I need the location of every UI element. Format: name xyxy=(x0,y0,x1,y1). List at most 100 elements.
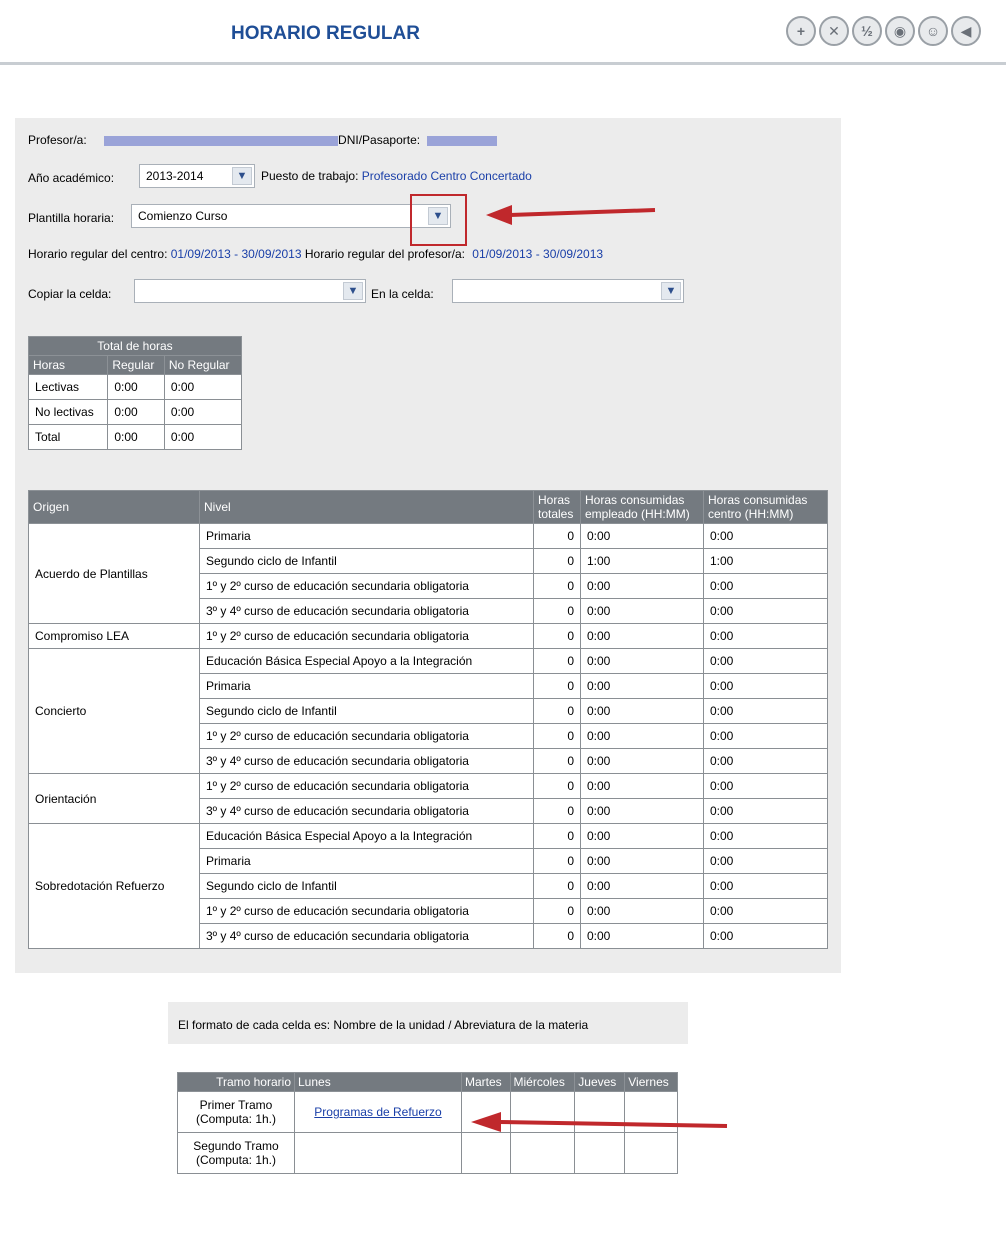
back-arrow-icon[interactable]: ◀ xyxy=(951,16,981,46)
plantilla-label: Plantilla horaria: xyxy=(28,211,115,225)
table-cell: 0:00 xyxy=(107,374,165,400)
table-row: Total 0:00 0:00 xyxy=(27,424,243,450)
table-cell: 0 xyxy=(533,898,581,924)
table-cell: 0 xyxy=(533,648,581,674)
centro-label: Horario regular del centro: xyxy=(28,247,168,261)
table-cell: 0 xyxy=(533,823,581,849)
table-cell: 0:00 xyxy=(703,823,828,849)
table-cell: 0 xyxy=(533,573,581,599)
table-cell: 0:00 xyxy=(703,523,828,549)
table-cell: 0 xyxy=(533,698,581,724)
copiar-select[interactable]: ▼ xyxy=(134,279,366,303)
table-cell: 0 xyxy=(533,598,581,624)
table-cell: 0:00 xyxy=(703,773,828,799)
annotation-arrow-1 xyxy=(486,205,656,225)
format-note-box: El formato de cada celda es: Nombre de l… xyxy=(168,1002,688,1044)
format-note: El formato de cada celda es: Nombre de l… xyxy=(178,1018,589,1032)
anio-value: 2013-2014 xyxy=(146,169,204,183)
tramo-computa: (Computa: 1h.) xyxy=(195,1112,277,1126)
table-cell: 0:00 xyxy=(703,648,828,674)
table-header: Lunes xyxy=(294,1072,462,1092)
plantilla-select[interactable]: Comienzo Curso ▼ xyxy=(131,204,451,228)
table-cell: 0:00 xyxy=(703,798,828,824)
lunes-cell[interactable] xyxy=(294,1132,462,1174)
origen-table: Origen Nivel Horas totales Horas consumi… xyxy=(28,490,828,949)
table-header: Horas totales xyxy=(533,490,581,524)
toolbar: + ✕ ½ ◉ ☺ ◀ xyxy=(786,16,981,46)
page-title: HORARIO REGULAR xyxy=(231,23,420,44)
table-cell: 1º y 2º curso de educación secundaria ob… xyxy=(199,723,534,749)
table-cell: 0 xyxy=(533,873,581,899)
highlight-box xyxy=(410,194,467,246)
table-row: Orientación 1º y 2º curso de educación se… xyxy=(28,773,828,824)
calendar-half-icon[interactable]: ½ xyxy=(852,16,882,46)
table-cell: 0:00 xyxy=(163,399,243,425)
horario-row: Horario regular del centro: 01/09/2013 -… xyxy=(28,247,603,261)
table-cell: 3º y 4º curso de educación secundaria ob… xyxy=(199,798,534,824)
table-cell: Primaria xyxy=(199,848,534,874)
plantilla-value: Comienzo Curso xyxy=(138,209,228,223)
document-add-icon[interactable]: + xyxy=(786,16,816,46)
table-cell: 0:00 xyxy=(703,623,828,649)
calendar-delete-icon[interactable]: ✕ xyxy=(819,16,849,46)
centro-value: 01/09/2013 - 30/09/2013 xyxy=(170,247,302,261)
table-header: Martes xyxy=(461,1072,511,1092)
table-cell: 0:00 xyxy=(703,848,828,874)
total-title: Total de horas xyxy=(28,336,242,356)
tramo-computa: (Computa: 1h.) xyxy=(195,1153,277,1167)
puesto-row: Puesto de trabajo: Profesorado Centro Co… xyxy=(261,169,532,183)
chevron-down-icon[interactable]: ▼ xyxy=(661,282,681,300)
programas-refuerzo-link[interactable]: Programas de Refuerzo xyxy=(314,1105,441,1119)
table-cell: 1º y 2º curso de educación secundaria ob… xyxy=(199,898,534,924)
table-cell: 0:00 xyxy=(107,424,165,450)
table-cell: 0:00 xyxy=(580,823,704,849)
annotation-arrow-2 xyxy=(471,1112,728,1132)
table-header: Jueves xyxy=(574,1072,626,1092)
table-cell: Total xyxy=(27,424,109,450)
profesor-row: Profesor/a: DNI/Pasaporte: xyxy=(28,133,498,147)
table-cell: 0:00 xyxy=(580,698,704,724)
table-cell: 0:00 xyxy=(580,923,704,949)
tramo-name: Segundo Tramo xyxy=(193,1139,279,1153)
table-cell: 1:00 xyxy=(703,548,828,574)
table-header: Origen xyxy=(28,490,200,524)
table-cell: 1:00 xyxy=(580,548,704,574)
puesto-label: Puesto de trabajo: xyxy=(261,169,359,183)
origen-cell: Compromiso LEA xyxy=(28,623,200,649)
origen-cell: Sobredotación Refuerzo xyxy=(28,823,200,949)
table-row: Compromiso LEA 1º y 2º curso de educación… xyxy=(28,623,828,649)
table-cell: 0:00 xyxy=(580,773,704,799)
dni-label: DNI/Pasaporte: xyxy=(338,133,421,147)
page-header: HORARIO REGULAR + ✕ ½ ◉ ☺ ◀ xyxy=(0,0,1006,66)
table-cell: 1º y 2º curso de educación secundaria ob… xyxy=(199,573,534,599)
users-icon[interactable]: ☺ xyxy=(918,16,948,46)
table-row: Sobredotación Refuerzo Educación Básica E… xyxy=(28,823,828,949)
table-cell: Primaria xyxy=(199,673,534,699)
en-select[interactable]: ▼ xyxy=(452,279,684,303)
copiar-label: Copiar la celda: xyxy=(28,287,112,301)
table-cell: Educación Básica Especial Apoyo a la Int… xyxy=(199,648,534,674)
lunes-cell[interactable]: Programas de Refuerzo xyxy=(294,1091,462,1133)
table-cell: 0:00 xyxy=(703,923,828,949)
table-cell: 0:00 xyxy=(580,623,704,649)
table-cell: 0 xyxy=(533,623,581,649)
table-cell: 0:00 xyxy=(580,898,704,924)
table-header: Horas consumidas empleado (HH:MM) xyxy=(580,490,704,524)
table-cell: 0:00 xyxy=(163,424,243,450)
table-cell: 3º y 4º curso de educación secundaria ob… xyxy=(199,598,534,624)
table-cell: 0:00 xyxy=(580,673,704,699)
table-cell: 3º y 4º curso de educación secundaria ob… xyxy=(199,923,534,949)
anio-select[interactable]: 2013-2014 ▼ xyxy=(139,164,255,188)
anio-label: Año académico: xyxy=(28,171,115,185)
table-cell: 0:00 xyxy=(580,523,704,549)
profesor-label: Profesor/a: xyxy=(28,133,87,147)
chevron-down-icon[interactable]: ▼ xyxy=(343,282,363,300)
prof-value: 01/09/2013 - 30/09/2013 xyxy=(472,247,604,261)
table-cell: Educación Básica Especial Apoyo a la Int… xyxy=(199,823,534,849)
table-cell: No lectivas xyxy=(27,399,109,425)
clock-icon[interactable]: ◉ xyxy=(885,16,915,46)
table-cell: 0:00 xyxy=(580,848,704,874)
table-cell: 0:00 xyxy=(580,748,704,774)
table-row: No lectivas 0:00 0:00 xyxy=(27,399,243,425)
chevron-down-icon[interactable]: ▼ xyxy=(232,167,252,185)
